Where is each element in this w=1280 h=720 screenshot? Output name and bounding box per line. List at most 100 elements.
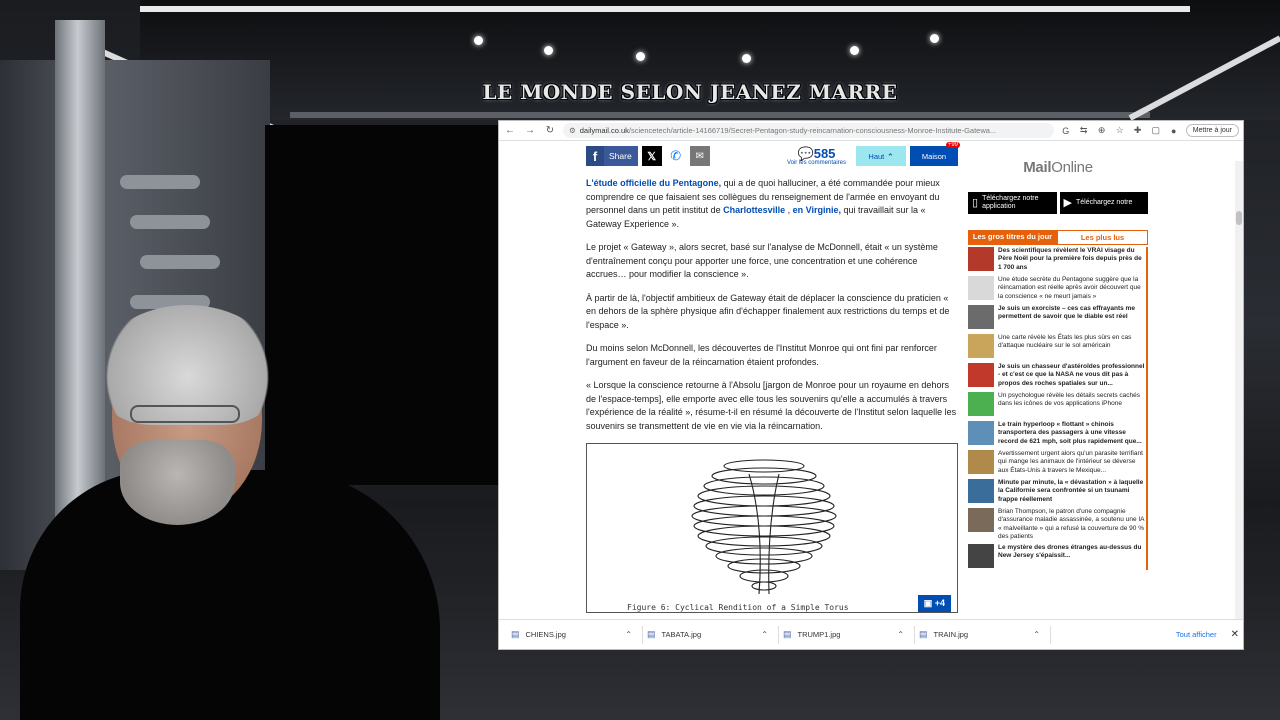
x-share-icon[interactable]: 𝕏 [641, 146, 662, 166]
gallery-button[interactable]: ▣ +4 [917, 595, 951, 612]
news-thumbnail[interactable] [968, 479, 994, 503]
news-thumbnail[interactable] [968, 305, 994, 329]
camera-icon: ▣ [923, 598, 933, 608]
browser-window: ← → ↻ ⚙ dailymail.co.uk /sciencetech/art… [498, 120, 1244, 650]
news-item[interactable]: Le mystère des drones étranges au-dessus… [968, 544, 1146, 570]
chevron-up-icon[interactable]: ⌃ [761, 630, 768, 639]
news-headline[interactable]: Un psychologue révèle les détails secret… [998, 392, 1146, 418]
news-headline[interactable]: Le train hyperloop « flottant » chinois … [998, 421, 1146, 447]
news-headline[interactable]: Brian Thompson, le patron d'une compagni… [998, 508, 1146, 541]
comment-count: 585 [813, 145, 836, 161]
download-item[interactable]: ▤ CHIENS.jpg ⌃ [507, 625, 643, 644]
article-paragraph: Du moins selon McDonnell, les découverte… [586, 343, 937, 367]
spotlight [930, 34, 939, 43]
news-headline[interactable]: Une carte révèle les États les plus sûrs… [998, 334, 1146, 360]
sidepanel-icon[interactable]: ▢ [1150, 125, 1162, 136]
scrollbar-thumb[interactable] [1236, 211, 1242, 225]
news-item[interactable]: Le train hyperloop « flottant » chinois … [968, 421, 1146, 447]
bookmark-star-icon[interactable]: ☆ [1114, 125, 1126, 136]
news-thumbnail[interactable] [968, 334, 994, 358]
download-filename: TRUMP1.jpg [797, 630, 841, 639]
google-play-button[interactable]: ▶ Téléchargez notre [1059, 192, 1148, 214]
back-to-top-button[interactable]: Haut ⌃ [856, 146, 906, 166]
forward-icon[interactable]: → [523, 125, 537, 136]
article-paragraph: Le projet « Gateway », alors secret, bas… [586, 242, 938, 279]
news-thumbnail[interactable] [968, 247, 994, 271]
extensions-icon[interactable]: ✚ [1132, 125, 1144, 136]
tab-top-headlines[interactable]: Les gros titres du jour [968, 230, 1057, 245]
news-item[interactable]: Des scientifiques révèlent le VRAI visag… [968, 247, 1146, 273]
news-headline[interactable]: Je suis un exorciste – ces cas effrayant… [998, 305, 1146, 331]
pentagon-study-link[interactable]: L'étude officielle du Pentagone, [586, 178, 721, 188]
news-thumbnail[interactable] [968, 276, 994, 300]
haut-label: Haut [868, 151, 885, 161]
news-thumbnail[interactable] [968, 421, 994, 445]
news-item[interactable]: Un psychologue révèle les détails secret… [968, 392, 1146, 418]
profile-icon[interactable]: ● [1168, 126, 1180, 136]
news-headline[interactable]: Une étude secrète du Pentagone suggère q… [998, 276, 1146, 302]
news-item[interactable]: Avertissement urgent alors qu'un parasit… [968, 450, 1146, 476]
chevron-up-icon[interactable]: ⌃ [625, 630, 632, 639]
news-thumbnail[interactable] [968, 544, 994, 569]
store-label: Téléchargez notre application [982, 195, 1039, 210]
facebook-icon: f [586, 146, 604, 166]
facebook-share-button[interactable]: f Share [586, 146, 638, 166]
chevron-up-icon[interactable]: ⌃ [897, 630, 904, 639]
scrollbar[interactable] [1235, 161, 1243, 631]
torus-illustration [691, 459, 837, 595]
reload-icon[interactable]: ↻ [543, 125, 557, 136]
news-item[interactable]: Je suis un chasseur d'astéroïdes profess… [968, 363, 1146, 389]
gallery-count: +4 [934, 598, 945, 608]
news-item[interactable]: Minute par minute, la « dévastation » à … [968, 479, 1146, 505]
news-item[interactable]: Une étude secrète du Pentagone suggère q… [968, 276, 1146, 302]
charlottesville-link[interactable]: Charlottesville [723, 205, 785, 215]
news-item[interactable]: Je suis un exorciste – ces cas effrayant… [968, 305, 1146, 331]
download-item[interactable]: ▤ TRUMP1.jpg ⌃ [779, 625, 915, 644]
comments-count[interactable]: 💬585 Voir les commentaires [787, 147, 846, 166]
news-item[interactable]: Une carte révèle les États les plus sûrs… [968, 334, 1146, 360]
news-headline[interactable]: Des scientifiques révèlent le VRAI visag… [998, 247, 1146, 273]
article-figure[interactable]: Figure 6: Cyclical Rendition of a Simple… [586, 443, 958, 613]
address-bar: ← → ↻ ⚙ dailymail.co.uk /sciencetech/art… [499, 121, 1243, 141]
spotlight [742, 54, 751, 63]
file-icon: ▤ [647, 629, 656, 639]
download-item[interactable]: ▤ TABATA.jpg ⌃ [643, 625, 779, 644]
news-thumbnail[interactable] [968, 363, 994, 387]
zoom-icon[interactable]: ⊕ [1096, 125, 1108, 136]
update-button[interactable]: Mettre à jour [1185, 124, 1239, 137]
close-icon[interactable]: ✕ [1231, 629, 1239, 640]
download-filename: TABATA.jpg [661, 630, 702, 639]
ceiling-beam [140, 6, 1190, 12]
google-icon[interactable]: G [1060, 126, 1072, 136]
news-headline[interactable]: Minute par minute, la « dévastation » à … [998, 479, 1146, 505]
news-headline[interactable]: Le mystère des drones étranges au-dessus… [998, 544, 1146, 570]
email-share-icon[interactable]: ✉ [689, 146, 710, 166]
apple-store-button[interactable]: ▯ Téléchargez notre application [968, 192, 1057, 214]
mailonline-logo[interactable]: MailOnline [968, 141, 1148, 192]
news-thumbnail[interactable] [968, 450, 994, 474]
sidebar: MailOnline ▯ Téléchargez notre applicati… [968, 141, 1148, 573]
article-paragraph: À partir de là, l'objectif ambitieux de … [586, 292, 950, 330]
site-info-icon[interactable]: ⚙ [569, 126, 576, 135]
news-list: Des scientifiques révèlent le VRAI visag… [968, 247, 1148, 571]
show-all-downloads-link[interactable]: Tout afficher [1176, 630, 1217, 639]
chevron-up-icon[interactable]: ⌃ [1033, 630, 1040, 639]
download-filename: CHIENS.jpg [525, 630, 566, 639]
file-icon: ▤ [511, 629, 520, 639]
presenter-glasses [130, 405, 240, 423]
news-headline[interactable]: Avertissement urgent alors qu'un parasit… [998, 450, 1146, 476]
download-item[interactable]: ▤ TRAIN.jpg ⌃ [915, 625, 1051, 644]
spiral-stair-step [140, 255, 220, 269]
messenger-icon[interactable]: ✆ [666, 146, 686, 166]
url-field[interactable]: ⚙ dailymail.co.uk /sciencetech/article-1… [563, 123, 1054, 138]
news-thumbnail[interactable] [968, 392, 994, 416]
news-thumbnail[interactable] [968, 508, 994, 532]
virginia-link[interactable]: en Virginie, [793, 205, 841, 215]
home-button[interactable]: Maison +99 [910, 142, 960, 166]
back-icon[interactable]: ← [503, 125, 517, 136]
news-item[interactable]: Brian Thompson, le patron d'une compagni… [968, 508, 1146, 541]
tab-most-read[interactable]: Les plus lus [1057, 230, 1148, 245]
spotlight [474, 36, 483, 45]
news-headline[interactable]: Je suis un chasseur d'astéroïdes profess… [998, 363, 1146, 389]
translate-icon[interactable]: ⇆ [1078, 125, 1090, 136]
